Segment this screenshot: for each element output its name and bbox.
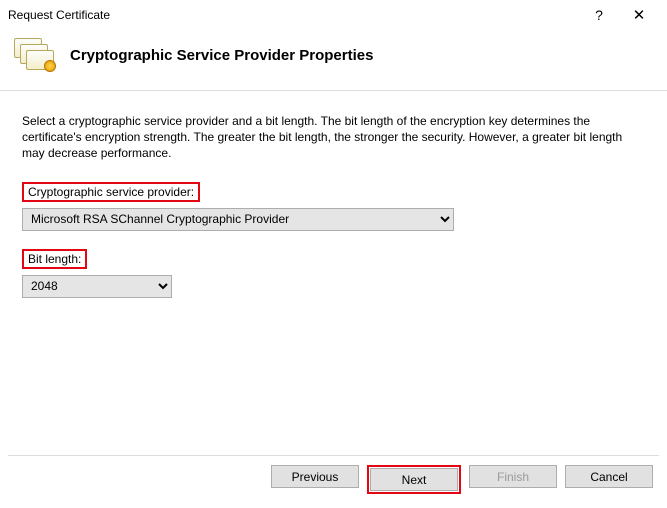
previous-button[interactable]: Previous	[271, 465, 359, 488]
bitlength-select[interactable]: 2048	[22, 275, 172, 298]
window-title: Request Certificate	[8, 8, 579, 22]
wizard-footer: Previous Next Finish Cancel	[0, 455, 667, 508]
description-text: Select a cryptographic service provider …	[22, 113, 645, 162]
cancel-button[interactable]: Cancel	[565, 465, 653, 488]
next-button-highlight: Next	[367, 465, 461, 494]
close-button[interactable]: ✕	[619, 6, 659, 24]
titlebar: Request Certificate ? ✕	[0, 0, 667, 30]
certificate-icon	[14, 38, 54, 72]
content-area: Select a cryptographic service provider …	[0, 91, 667, 298]
page-heading: Cryptographic Service Provider Propertie…	[70, 47, 373, 64]
next-button[interactable]: Next	[370, 468, 458, 491]
bitlength-label: Bit length:	[22, 249, 87, 269]
finish-button[interactable]: Finish	[469, 465, 557, 488]
csp-label: Cryptographic service provider:	[22, 182, 200, 202]
help-button[interactable]: ?	[579, 7, 619, 23]
csp-select[interactable]: Microsoft RSA SChannel Cryptographic Pro…	[22, 208, 454, 231]
wizard-header: Cryptographic Service Provider Propertie…	[0, 30, 667, 90]
